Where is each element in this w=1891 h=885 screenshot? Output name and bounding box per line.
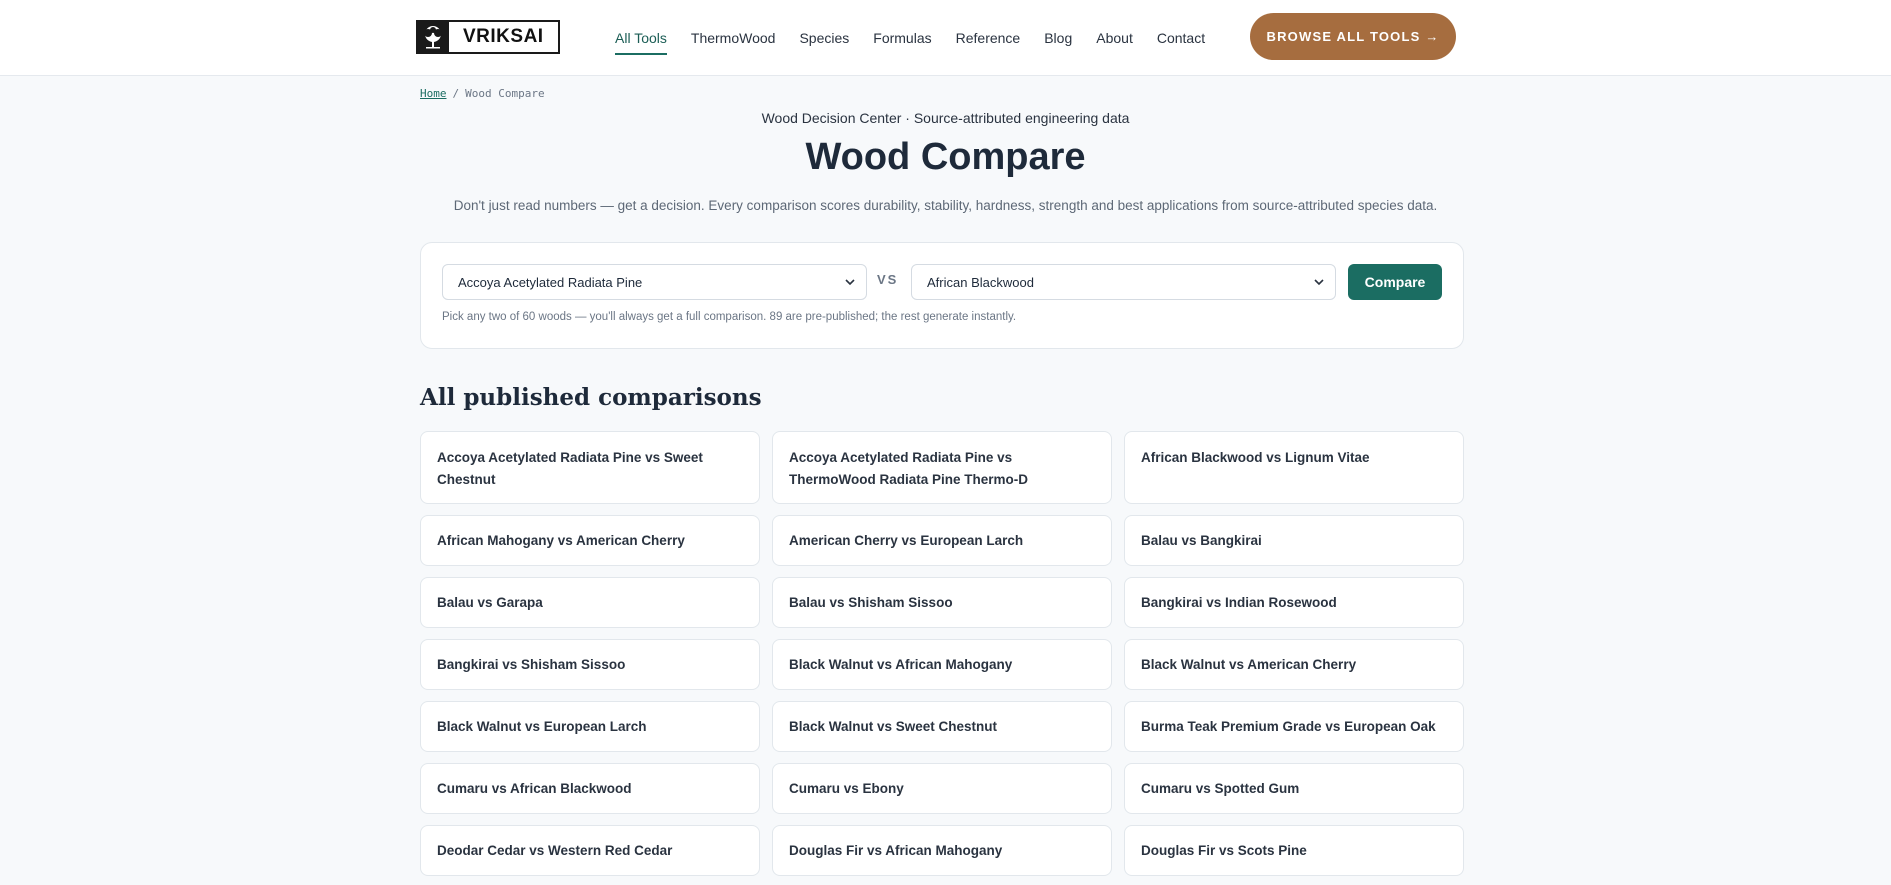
nav-contact[interactable]: Contact	[1157, 0, 1205, 76]
page-subtitle: Don't just read numbers — get a decision…	[453, 198, 1438, 213]
page-title: Wood Compare	[805, 136, 1086, 178]
browse-all-tools-button[interactable]: BROWSE ALL TOOLS →	[1250, 13, 1456, 60]
compare-hint: Pick any two of 60 woods — you'll always…	[442, 311, 1017, 323]
comparison-card[interactable]: Balau vs Bangkirai	[1124, 515, 1464, 566]
comparison-card[interactable]: Cumaru vs Ebony	[772, 763, 1112, 814]
wood-a-select-value: Accoya Acetylated Radiata Pine	[458, 274, 643, 290]
nav-blog[interactable]: Blog	[1044, 0, 1072, 76]
comparison-card[interactable]: Bangkirai vs Indian Rosewood	[1124, 577, 1464, 628]
comparison-card[interactable]: Cumaru vs Spotted Gum	[1124, 763, 1464, 814]
site-header: VRIKSAI All Tools ThermoWood Species For…	[0, 0, 1891, 76]
comparison-card[interactable]: Bangkirai vs Shisham Sissoo	[420, 639, 760, 690]
comparison-card[interactable]: Accoya Acetylated Radiata Pine vs Sweet …	[420, 431, 760, 504]
comparison-card[interactable]: Douglas Fir vs Scots Pine	[1124, 825, 1464, 876]
comparison-card[interactable]: Burma Teak Premium Grade vs European Oak	[1124, 701, 1464, 752]
main-nav: All Tools ThermoWood Species Formulas Re…	[615, 0, 1229, 76]
nav-species[interactable]: Species	[799, 0, 849, 76]
compare-form: Accoya Acetylated Radiata Pine VS Africa…	[420, 242, 1464, 349]
comparison-card[interactable]: Accoya Acetylated Radiata Pine vs Thermo…	[772, 431, 1112, 504]
breadcrumb-current: Wood Compare	[465, 87, 545, 100]
wood-b-select-value: African Blackwood	[927, 274, 1034, 290]
page-eyebrow: Wood Decision Center · Source-attributed…	[761, 110, 1130, 126]
comparison-card[interactable]: Balau vs Shisham Sissoo	[772, 577, 1112, 628]
breadcrumb-home-link[interactable]: Home	[420, 87, 447, 100]
comparison-card[interactable]: Black Walnut vs American Cherry	[1124, 639, 1464, 690]
vs-label: VS	[877, 272, 899, 287]
chevron-down-icon	[1314, 279, 1324, 286]
compare-button[interactable]: Compare	[1348, 264, 1442, 300]
chevron-down-icon	[845, 279, 855, 286]
comparison-card[interactable]: Balau vs Garapa	[420, 577, 760, 628]
comparison-card[interactable]: African Blackwood vs Lignum Vitae	[1124, 431, 1464, 504]
nav-about[interactable]: About	[1096, 0, 1133, 76]
wood-b-select[interactable]: African Blackwood	[911, 264, 1336, 300]
wood-a-select[interactable]: Accoya Acetylated Radiata Pine	[442, 264, 867, 300]
section-title: All published comparisons	[420, 384, 762, 411]
site-logo[interactable]: VRIKSAI	[416, 20, 560, 54]
comparison-card[interactable]: Cumaru vs African Blackwood	[420, 763, 760, 814]
breadcrumb: Home / Wood Compare	[420, 87, 545, 100]
logo-wordmark: VRIKSAI	[449, 20, 560, 54]
comparison-card[interactable]: Black Walnut vs Sweet Chestnut	[772, 701, 1112, 752]
nav-formulas[interactable]: Formulas	[873, 0, 931, 76]
comparison-card[interactable]: Black Walnut vs European Larch	[420, 701, 760, 752]
comparison-card[interactable]: Deodar Cedar vs Western Red Cedar	[420, 825, 760, 876]
comparison-card[interactable]: Black Walnut vs African Mahogany	[772, 639, 1112, 690]
tree-icon	[416, 20, 449, 54]
nav-reference[interactable]: Reference	[956, 0, 1021, 76]
breadcrumb-separator: /	[452, 87, 460, 100]
comparison-grid: Accoya Acetylated Radiata Pine vs Sweet …	[420, 431, 1464, 876]
comparison-card[interactable]: African Mahogany vs American Cherry	[420, 515, 760, 566]
comparison-card[interactable]: American Cherry vs European Larch	[772, 515, 1112, 566]
nav-thermowood[interactable]: ThermoWood	[691, 0, 776, 76]
nav-all-tools[interactable]: All Tools	[615, 0, 667, 76]
comparison-card[interactable]: Douglas Fir vs African Mahogany	[772, 825, 1112, 876]
